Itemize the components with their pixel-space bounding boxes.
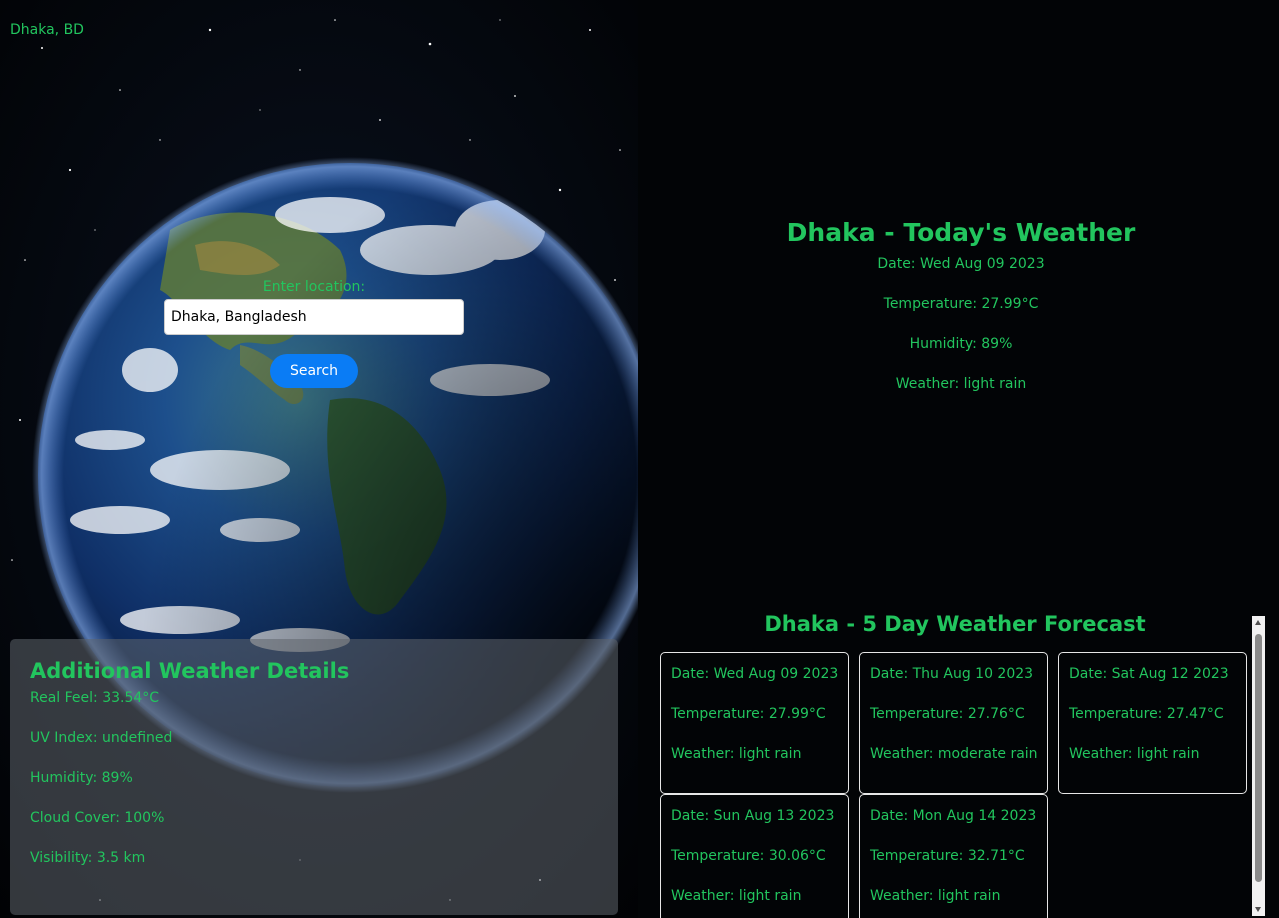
today-weather-text: Weather: light rain	[895, 376, 1027, 392]
forecast-scrollbar[interactable]	[1252, 616, 1265, 916]
search-prompt-label: Enter location:	[262, 279, 366, 295]
real-feel-text: Real Feel: 33.54°C	[30, 690, 160, 706]
today-humidity-text: Humidity: 89%	[909, 336, 1013, 352]
forecast-card: Date: Wed Aug 09 2023 Temperature: 27.99…	[660, 652, 849, 794]
forecast-temperature: Temperature: 27.47°C	[1069, 706, 1224, 722]
forecast-temperature: Temperature: 27.99°C	[671, 706, 826, 722]
search-form: Enter location: Search	[164, 278, 464, 388]
right-panel: Dhaka - Today's Weather Date: Wed Aug 09…	[638, 0, 1279, 918]
forecast-section[interactable]: Dhaka - 5 Day Weather Forecast Date: Wed…	[638, 608, 1258, 918]
additional-details-card: Additional Weather Details Real Feel: 33…	[10, 639, 618, 915]
forecast-card: Date: Sat Aug 12 2023 Temperature: 27.47…	[1058, 652, 1247, 794]
today-weather-title: Dhaka - Today's Weather	[786, 218, 1136, 247]
forecast-temperature: Temperature: 27.76°C	[870, 706, 1025, 722]
forecast-weather: Weather: light rain	[1069, 746, 1200, 762]
forecast-date: Date: Wed Aug 09 2023	[671, 666, 839, 682]
forecast-weather: Weather: light rain	[870, 888, 1001, 904]
forecast-date: Date: Sat Aug 12 2023	[1069, 666, 1229, 682]
today-date-text: Date: Wed Aug 09 2023	[877, 256, 1045, 272]
forecast-card: Date: Thu Aug 10 2023 Temperature: 27.76…	[859, 652, 1048, 794]
weather-app: Dhaka, BD Enter location: Search Additio…	[0, 0, 1279, 918]
forecast-weather: Weather: light rain	[671, 888, 802, 904]
left-panel: Dhaka, BD Enter location: Search Additio…	[0, 0, 638, 918]
scroll-down-arrow-icon[interactable]	[1255, 907, 1261, 912]
forecast-title: Dhaka - 5 Day Weather Forecast	[764, 612, 1146, 636]
visibility-text: Visibility: 3.5 km	[30, 850, 146, 866]
cloud-cover-text: Cloud Cover: 100%	[30, 810, 165, 826]
forecast-card: Date: Sun Aug 13 2023 Temperature: 30.06…	[660, 794, 849, 918]
location-label: Dhaka, BD	[10, 22, 84, 38]
uv-index-text: UV Index: undefined	[30, 730, 173, 746]
additional-details-title: Additional Weather Details	[30, 659, 350, 683]
forecast-date: Date: Mon Aug 14 2023	[870, 808, 1037, 824]
today-temperature-text: Temperature: 27.99°C	[883, 296, 1039, 312]
search-button[interactable]: Search	[270, 354, 358, 388]
forecast-card: Date: Mon Aug 14 2023 Temperature: 32.71…	[859, 794, 1048, 918]
forecast-weather: Weather: moderate rain	[870, 746, 1038, 762]
forecast-date: Date: Thu Aug 10 2023	[870, 666, 1034, 682]
forecast-temperature: Temperature: 30.06°C	[671, 848, 826, 864]
scroll-up-arrow-icon[interactable]	[1255, 620, 1261, 625]
forecast-weather: Weather: light rain	[671, 746, 802, 762]
scrollbar-thumb[interactable]	[1255, 634, 1262, 882]
today-weather-section: Dhaka - Today's Weather Date: Wed Aug 09…	[638, 218, 1279, 415]
location-search-input[interactable]	[164, 299, 464, 335]
forecast-temperature: Temperature: 32.71°C	[870, 848, 1025, 864]
forecast-date: Date: Sun Aug 13 2023	[671, 808, 835, 824]
humidity-text: Humidity: 89%	[30, 770, 133, 786]
